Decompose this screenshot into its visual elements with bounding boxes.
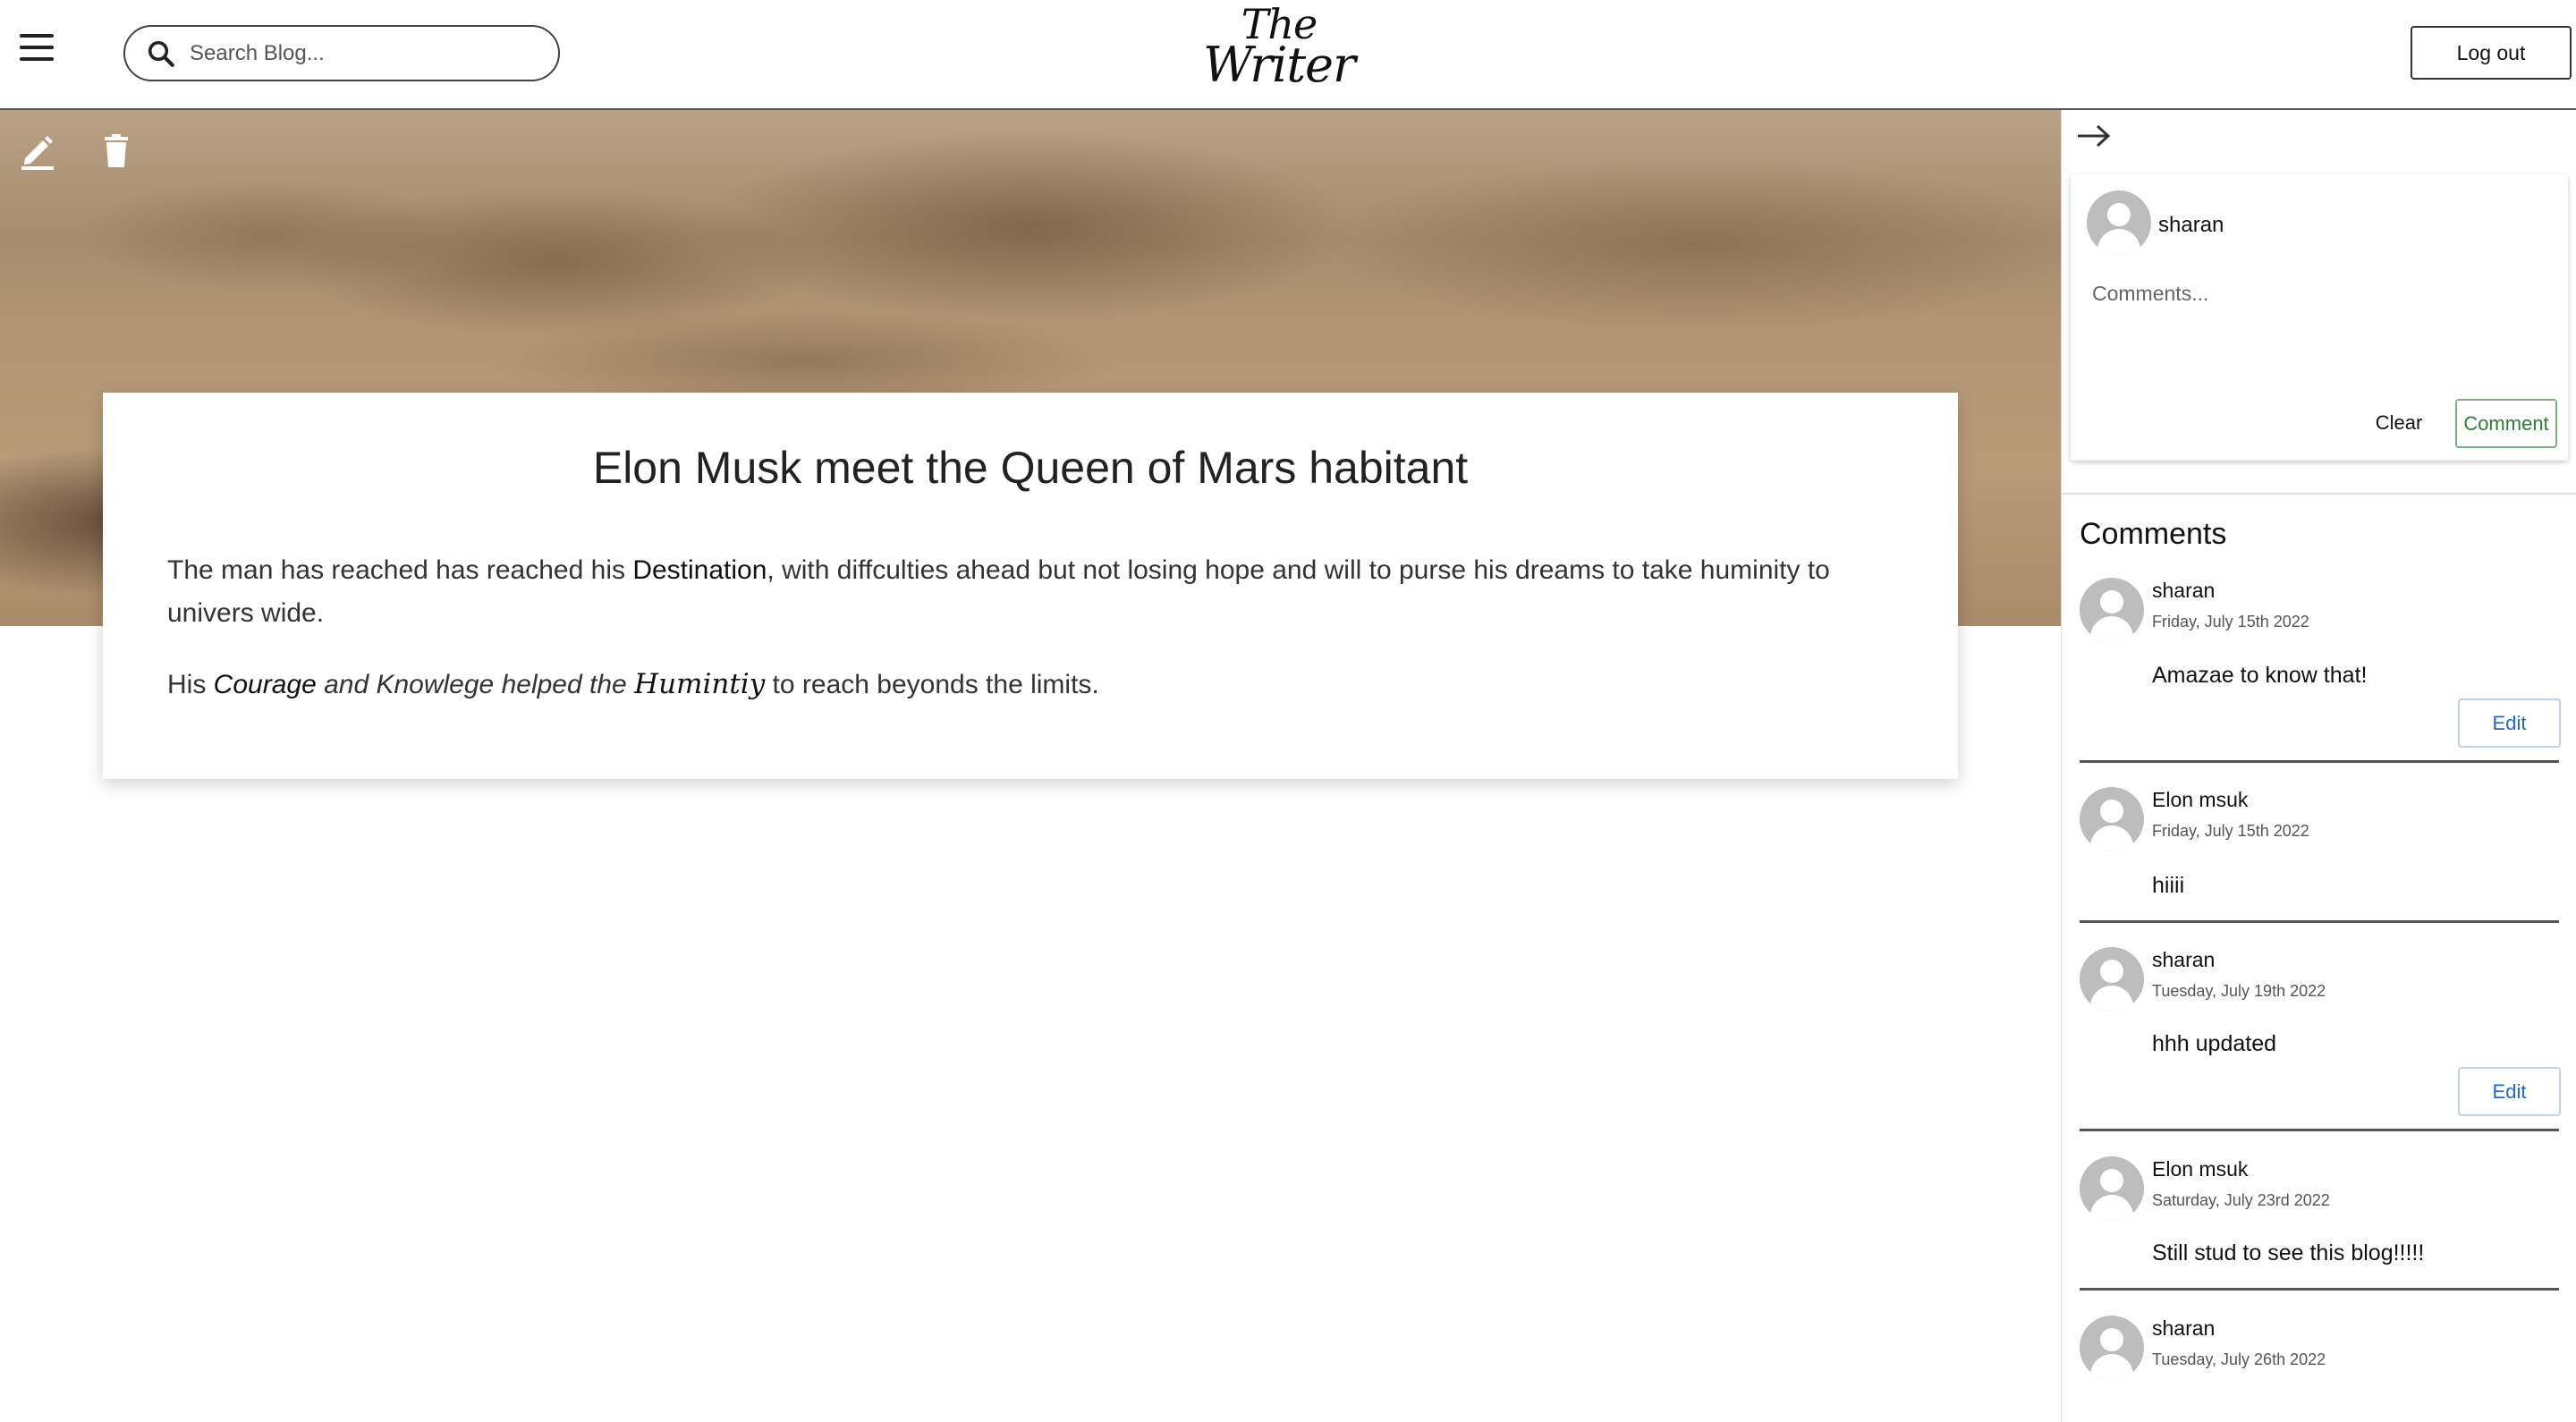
comment-input[interactable]: [2092, 282, 2548, 362]
comment-text: Amazae to know that!: [2152, 663, 2368, 688]
comment-text: Still stud to see this blog!!!!!: [2152, 1240, 2425, 1265]
post-card: Elon Musk meet the Queen of Mars habitan…: [103, 393, 1958, 779]
comment-author: sharan: [2152, 1316, 2216, 1340]
comment-divider: [2080, 920, 2559, 923]
person-icon: [2080, 947, 2144, 1011]
comment-date: Saturday, July 23rd 2022: [2152, 1191, 2330, 1209]
logo-line-2: Writer: [1203, 37, 1356, 93]
edit-comment-button[interactable]: Edit: [2458, 1067, 2561, 1116]
comment-date: Friday, July 15th 2022: [2152, 613, 2309, 631]
search-bar[interactable]: [123, 25, 560, 81]
person-icon: [2087, 190, 2151, 255]
search-icon: [148, 40, 174, 67]
comment-button[interactable]: Comment: [2455, 399, 2557, 448]
person-icon: [2080, 578, 2144, 642]
comments-heading: Comments: [2080, 517, 2227, 551]
logout-button[interactable]: Log out: [2411, 26, 2572, 80]
post-italic-bold-text: Courage: [213, 670, 317, 699]
post-title: Elon Musk meet the Queen of Mars habitan…: [592, 443, 1469, 493]
comment-composer: sharan Clear Comment: [2071, 174, 2568, 461]
comment-author: Elon msuk: [2152, 1157, 2249, 1181]
post-body: The man has reached has reached his Dest…: [167, 549, 1894, 707]
composer-username: sharan: [2158, 213, 2224, 237]
person-icon: [2080, 1156, 2144, 1221]
top-app-bar: The Writer Log out: [0, 0, 2576, 110]
comment-author: Elon msuk: [2152, 788, 2249, 811]
edit-comment-button[interactable]: Edit: [2458, 698, 2561, 748]
comment-text: hiiii: [2152, 873, 2185, 898]
post-paragraph: His Courage and Knowlege helped the Humi…: [167, 663, 1894, 707]
comment-author: sharan: [2152, 579, 2216, 602]
arrow-right-icon[interactable]: [2074, 123, 2114, 149]
person-icon: [2080, 787, 2144, 851]
pencil-icon[interactable]: [20, 131, 55, 171]
person-icon: [2080, 1316, 2144, 1380]
comment-date: Friday, July 15th 2022: [2152, 822, 2309, 840]
trash-icon[interactable]: [98, 131, 134, 171]
comment-divider: [2080, 1288, 2559, 1291]
site-logo[interactable]: The Writer: [1190, 4, 1368, 104]
divider: [2062, 493, 2576, 495]
post-italic-text: and Knowlege helped the: [316, 670, 635, 699]
post-text: to reach beyonds the limits.: [765, 670, 1099, 699]
post-text: The man has reached has reached his: [167, 555, 633, 585]
post-paragraph: The man has reached has reached his Dest…: [167, 549, 1894, 635]
comment-date: Tuesday, July 19th 2022: [2152, 982, 2326, 1000]
comment-date: Tuesday, July 26th 2022: [2152, 1350, 2326, 1368]
post-serif-text: Humintiy: [634, 668, 766, 700]
comment-divider: [2080, 1129, 2559, 1131]
post-bold-text: Destination: [632, 555, 767, 585]
clear-button[interactable]: Clear: [2359, 399, 2439, 447]
comment-divider: [2080, 760, 2559, 763]
comment-text: hhh updated: [2152, 1031, 2277, 1056]
post-text: His: [167, 670, 214, 699]
search-input[interactable]: [190, 40, 530, 66]
comment-author: sharan: [2152, 948, 2216, 971]
comments-sidebar: sharan Clear Comment Comments sharan Fri…: [2061, 110, 2576, 1422]
hamburger-menu-icon[interactable]: [20, 34, 54, 70]
